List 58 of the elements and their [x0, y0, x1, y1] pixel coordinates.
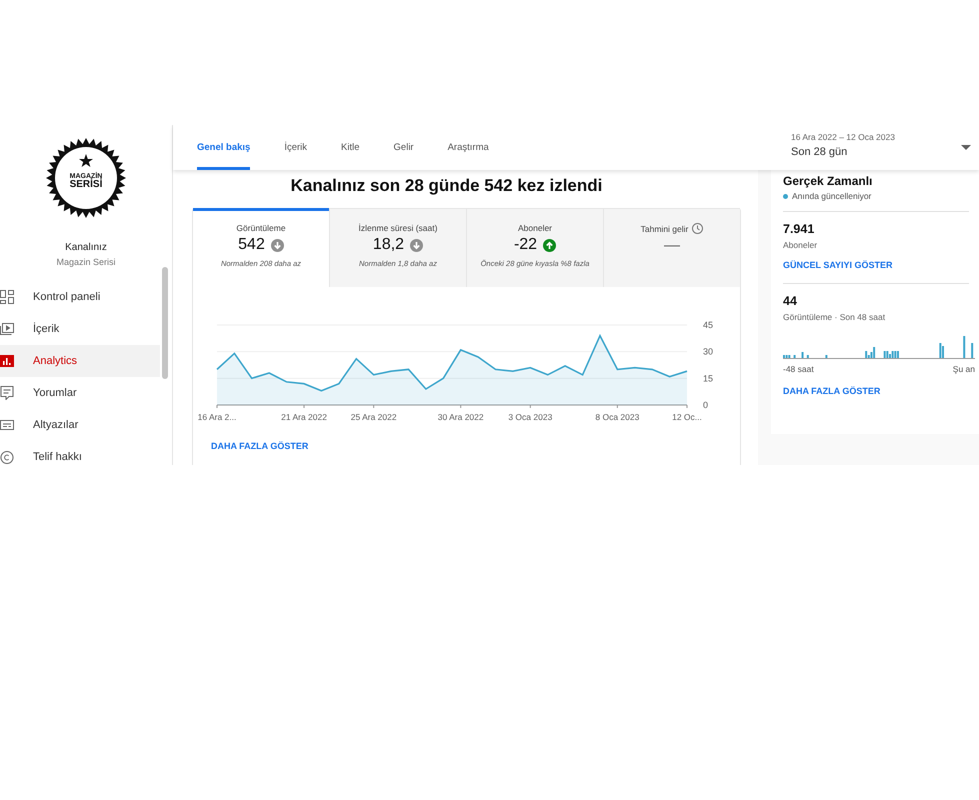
- headline: Kanalınız son 28 günde 542 kez izlendi: [290, 176, 604, 196]
- axis-label: 15: [703, 373, 714, 384]
- axis-label: 30 Ara 2022: [438, 412, 484, 422]
- caret-icon: [961, 145, 971, 150]
- tab[interactable]: İçerik: [284, 125, 308, 170]
- show-more-link[interactable]: DAHA FAZLA GÖSTER: [211, 441, 308, 451]
- copyright-icon: [0, 450, 14, 464]
- view-count: 44: [783, 294, 798, 308]
- scrollbar[interactable]: [162, 267, 168, 379]
- axis-label: Şu an: [952, 364, 975, 374]
- axis-label: 25 Ara 2022: [350, 412, 397, 422]
- down-arrow-icon: [410, 238, 424, 252]
- axis-label: 16 Ara 2...: [198, 412, 236, 422]
- sidebar-item[interactable]: Telif hakkı: [0, 441, 160, 465]
- axis-label: 30: [703, 346, 714, 357]
- subscriber-label: Aboneler: [783, 240, 818, 250]
- tab[interactable]: Araştırma: [448, 125, 489, 170]
- show-count-link[interactable]: GÜNCEL SAYIYI GÖSTER: [783, 260, 893, 270]
- tab[interactable]: Kitle: [341, 125, 360, 170]
- realtime-title: Gerçek Zamanlı: [783, 174, 874, 188]
- axis-label: 8 Oca 2023: [595, 412, 640, 422]
- axis-label: 3 Oca 2023: [508, 412, 552, 422]
- axis-label: -48 saat: [783, 364, 814, 374]
- down-arrow-icon: [270, 238, 284, 252]
- axis-label: 12 Oc...: [672, 412, 702, 422]
- metric-label: İzlenme süresi (saat): [358, 223, 438, 233]
- metric-label: Tahmini gelir: [640, 224, 688, 234]
- subtitles-icon: [0, 420, 14, 430]
- channel-name: Magazin Serisi: [56, 257, 116, 267]
- metric-label: Aboneler: [518, 223, 552, 233]
- chart-icon: [0, 355, 14, 367]
- up-arrow-icon: [543, 238, 556, 252]
- axis-label: 0: [703, 400, 708, 410]
- sidebar-item[interactable]: İçerik: [0, 313, 160, 345]
- sidebar-item[interactable]: Yorumlar: [0, 377, 160, 409]
- realtime-status: Anında güncelleniyor: [792, 191, 872, 201]
- live-dot-icon: [783, 194, 788, 198]
- subscriber-count: 7.941: [783, 222, 816, 236]
- logo-text: SERİSİ: [70, 180, 102, 190]
- axis-label: 45: [703, 321, 714, 330]
- tab[interactable]: Gelir: [394, 125, 414, 170]
- date-range-dropdown[interactable]: 16 Ara 2022 – 12 Oca 2023 Son 28 gün: [791, 125, 979, 170]
- show-more-link[interactable]: DAHA FAZLA GÖSTER: [783, 386, 880, 396]
- sidebar-item[interactable]: Kontrol paneli: [0, 281, 160, 313]
- comment-icon: [0, 386, 14, 400]
- axis-label: 21 Ara 2022: [281, 412, 327, 422]
- metric-value: —: [664, 237, 680, 255]
- sidebar-item[interactable]: Altyazılar: [0, 409, 160, 441]
- metric-value: 542: [238, 236, 265, 254]
- sidebar-item[interactable]: Analytics: [0, 345, 160, 377]
- metric-value: -22: [514, 236, 538, 254]
- metric-label: Görüntüleme: [236, 223, 286, 233]
- metric-value: 18,2: [372, 236, 404, 254]
- view-label: Görüntüleme · Son 48 saat: [783, 312, 886, 322]
- dashboard-icon: [0, 290, 14, 304]
- metric-tab[interactable]: Tahmini gelir —: [603, 208, 740, 287]
- channel-title: Kanalınız: [65, 242, 107, 253]
- video-icon: [0, 323, 14, 335]
